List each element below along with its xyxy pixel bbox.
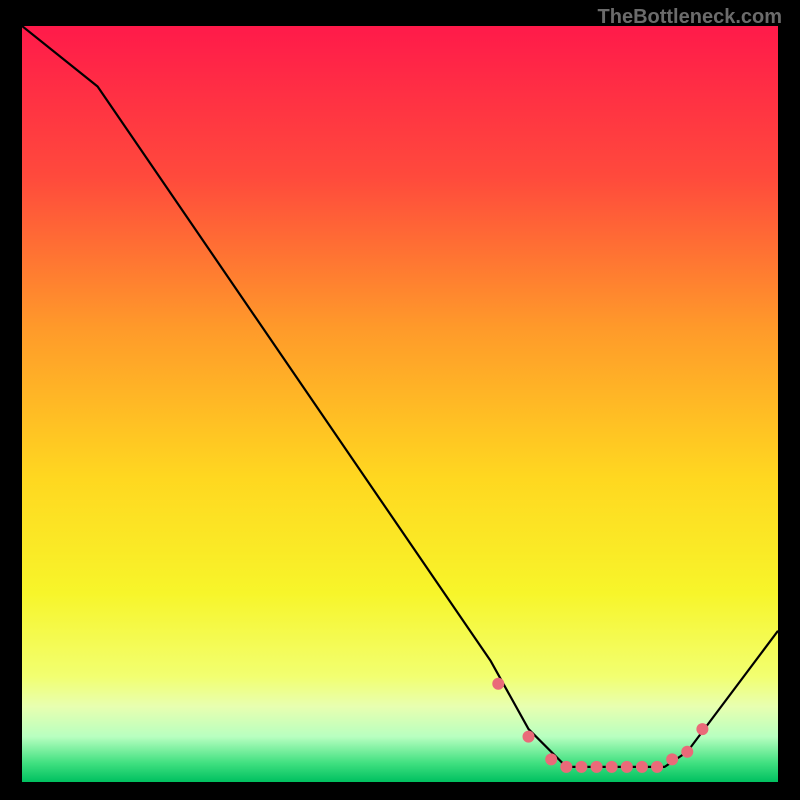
plot-area [22,26,778,782]
watermark-text: TheBottleneck.com [598,6,782,29]
data-marker [681,746,693,758]
gradient-background [22,26,778,782]
data-marker [575,761,587,773]
data-marker [666,753,678,765]
data-marker [523,731,535,743]
data-marker [636,761,648,773]
data-marker [606,761,618,773]
data-marker [621,761,633,773]
data-marker [560,761,572,773]
data-marker [696,723,708,735]
data-marker [492,678,504,690]
data-marker [651,761,663,773]
data-marker [545,753,557,765]
chart-svg [22,26,778,782]
chart-container: TheBottleneck.com [0,0,800,800]
data-marker [591,761,603,773]
